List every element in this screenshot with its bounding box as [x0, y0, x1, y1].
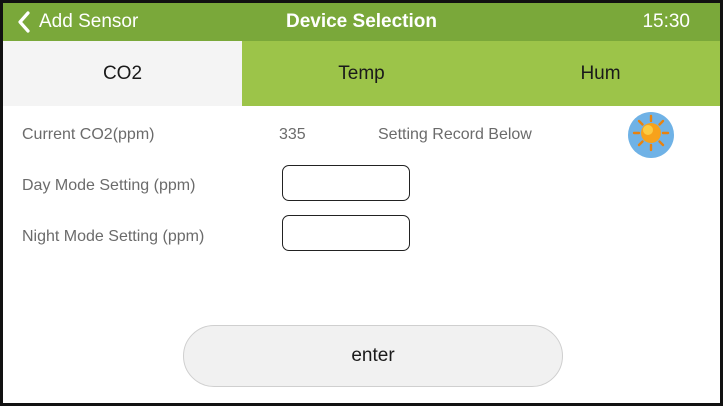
app-window: Add Sensor Device Selection 15:30 CO2 Te…: [0, 0, 723, 406]
night-mode-input[interactable]: [282, 215, 410, 251]
sun-icon: [632, 114, 670, 157]
current-co2-label: Current CO2(ppm): [22, 126, 155, 143]
tab-temp[interactable]: Temp: [242, 41, 481, 106]
tab-hum[interactable]: Hum: [481, 41, 720, 106]
day-mode-toggle[interactable]: [628, 112, 674, 158]
day-mode-label: Day Mode Setting (ppm): [22, 177, 196, 194]
current-co2-value: 335: [279, 126, 306, 143]
sensor-tabs: CO2 Temp Hum: [3, 41, 720, 106]
night-mode-label: Night Mode Setting (ppm): [22, 228, 205, 245]
day-mode-input[interactable]: [282, 165, 410, 201]
back-label: Add Sensor: [39, 11, 139, 32]
tab-co2[interactable]: CO2: [3, 41, 242, 106]
chevron-left-icon: [17, 11, 31, 33]
back-button[interactable]: Add Sensor: [17, 3, 138, 41]
top-bar: Add Sensor Device Selection 15:30: [3, 3, 720, 41]
clock: 15:30: [642, 11, 690, 32]
enter-button[interactable]: enter: [183, 325, 563, 387]
setting-record-label: Setting Record Below: [378, 126, 532, 143]
